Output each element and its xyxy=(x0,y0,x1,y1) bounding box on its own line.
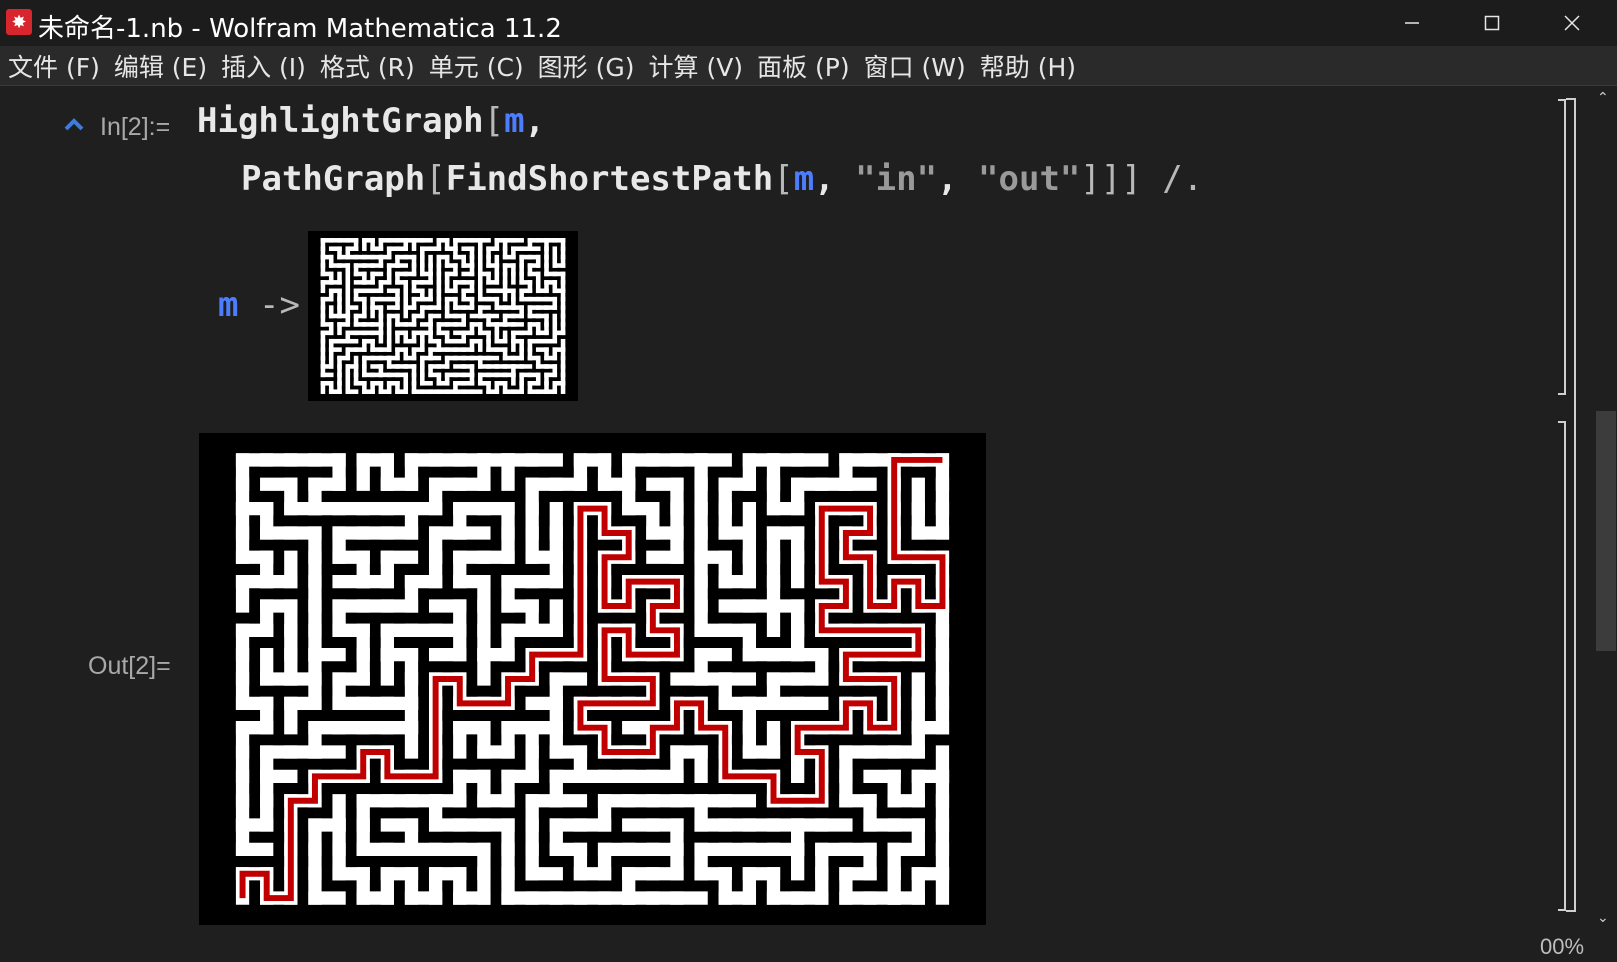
output-label: Out[2]= xyxy=(88,652,171,680)
code-bracket: ]]] xyxy=(1080,159,1142,199)
code-bracket: [ xyxy=(773,159,794,199)
close-icon xyxy=(1564,15,1580,31)
code-bracket: [ xyxy=(483,101,505,141)
input-cell-bracket[interactable] xyxy=(1558,99,1566,395)
code-function: FindShortestPath xyxy=(445,159,774,199)
code-rule[interactable]: m -> xyxy=(218,285,300,325)
maze-output-image[interactable] xyxy=(199,433,986,925)
menu-insert[interactable]: 插入 (I) xyxy=(221,48,306,84)
code-comma: , xyxy=(524,101,546,141)
menu-palettes[interactable]: 面板 (P) xyxy=(757,48,850,84)
close-button[interactable] xyxy=(1534,0,1610,46)
notebook-area[interactable]: In[2]:= HighlightGraph[m, PathGraph[Find… xyxy=(0,87,1617,962)
code-line-2[interactable]: PathGraph[FindShortestPath[m, "in", "out… xyxy=(241,159,1203,199)
zoom-level[interactable]: 00% xyxy=(1540,934,1584,960)
code-string: "out" xyxy=(978,159,1081,199)
scrollbar-thumb[interactable] xyxy=(1596,411,1616,651)
code-string: "in" xyxy=(855,159,938,199)
code-comma: , xyxy=(937,159,958,199)
code-bracket: [ xyxy=(425,159,446,199)
menu-bar: 文件 (F) 编辑 (E) 插入 (I) 格式 (R) 单元 (C) 图形 (G… xyxy=(0,46,1617,86)
code-operator: -> xyxy=(258,285,300,325)
maze-input-image[interactable] xyxy=(308,231,578,401)
code-variable: m xyxy=(504,101,525,141)
maximize-icon xyxy=(1484,15,1500,31)
chevron-up-icon[interactable] xyxy=(64,117,84,131)
menu-edit[interactable]: 编辑 (E) xyxy=(114,48,207,84)
menu-file[interactable]: 文件 (F) xyxy=(8,48,100,84)
scroll-down-icon[interactable]: ⌄ xyxy=(1597,909,1609,926)
minimize-icon xyxy=(1405,22,1419,24)
maze-corridors xyxy=(235,453,950,905)
scroll-up-icon[interactable]: ⌃ xyxy=(1597,89,1609,106)
menu-evaluation[interactable]: 计算 (V) xyxy=(649,48,744,84)
mathematica-spikey-icon[interactable]: ✸ xyxy=(6,9,32,35)
code-variable: m xyxy=(218,285,239,325)
input-label: In[2]:= xyxy=(100,113,171,141)
code-function: PathGraph xyxy=(241,159,426,199)
maze-corridors xyxy=(320,238,566,394)
window-title: 未命名-1.nb - Wolfram Mathematica 11.2 xyxy=(38,14,562,44)
code-operator: /. xyxy=(1162,159,1204,199)
maximize-button[interactable] xyxy=(1454,0,1530,46)
minimize-button[interactable] xyxy=(1374,0,1450,46)
code-variable: m xyxy=(793,159,815,199)
title-bar: ✸ 未命名-1.nb - Wolfram Mathematica 11.2 xyxy=(0,0,1617,46)
code-comma: , xyxy=(814,159,835,199)
code-function: HighlightGraph xyxy=(197,101,484,141)
menu-window[interactable]: 窗口 (W) xyxy=(864,48,966,84)
menu-format[interactable]: 格式 (R) xyxy=(320,48,415,84)
code-line-1[interactable]: HighlightGraph[m, xyxy=(197,101,545,141)
menu-graphics[interactable]: 图形 (G) xyxy=(538,48,635,84)
menu-help[interactable]: 帮助 (H) xyxy=(980,48,1076,84)
menu-cell[interactable]: 单元 (C) xyxy=(429,48,524,84)
output-cell-bracket[interactable] xyxy=(1558,421,1566,911)
cell-group-bracket[interactable] xyxy=(1566,98,1576,912)
